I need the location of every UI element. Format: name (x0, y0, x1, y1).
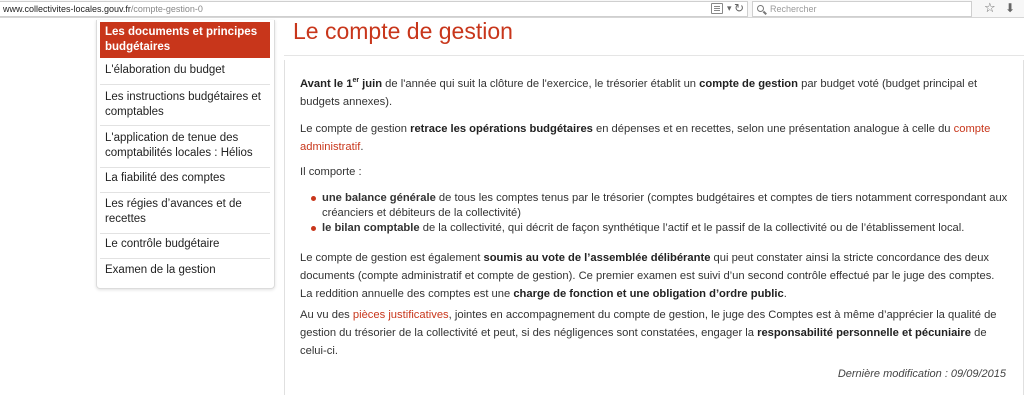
sidebar-item-examen-gestion[interactable]: Examen de la gestion (100, 263, 270, 285)
download-icon[interactable]: ⬇ (1005, 0, 1015, 16)
sidebar-item-documents-principes[interactable]: Les documents et principes budgétaires (100, 22, 270, 58)
sidebar-item-controle-budgetaire[interactable]: Le contrôle budgétaire (100, 237, 270, 259)
sidebar-item-instructions-budgetaires[interactable]: Les instructions budgétaires et comptabl… (100, 90, 270, 126)
url-bar[interactable]: www.collectivites-locales.gouv.fr/compte… (0, 1, 748, 17)
sidebar-item-helios[interactable]: L'application de tenue des comptabilités… (100, 131, 270, 168)
search-placeholder: Rechercher (770, 4, 817, 14)
reader-view-icon[interactable] (711, 3, 723, 14)
list-item: le bilan comptable de la collectivité, q… (310, 221, 1008, 236)
sidebar-item-elaboration-budget[interactable]: L'élaboration du budget (100, 63, 270, 85)
search-icon (757, 5, 764, 12)
url-host: www.collectivites-locales.gouv.fr (3, 4, 131, 14)
bookmark-star-icon[interactable]: ☆ (984, 0, 996, 16)
sidebar-item-fiabilite-comptes[interactable]: La fiabilité des comptes (100, 171, 270, 193)
search-input[interactable]: Rechercher (752, 1, 972, 17)
sidebar-nav: Les documents et principes budgétaires L… (96, 20, 275, 289)
paragraph-retrace: Le compte de gestion retrace les opérati… (300, 123, 991, 153)
url-dropdown-icon[interactable]: ▾ (727, 2, 732, 14)
list-item: une balance générale de tous les comptes… (310, 191, 1008, 221)
title-divider (284, 55, 1024, 56)
paragraph-comporte: Il comporte : (300, 166, 362, 178)
paragraph-intro: Avant le 1er juin de l'année qui suit la… (300, 77, 978, 108)
bullet-icon (311, 226, 316, 231)
paragraph-vote: Le compte de gestion est également soumi… (300, 252, 995, 300)
sidebar-item-regies[interactable]: Les régies d’avances et de recettes (100, 197, 270, 234)
browser-toolbar: www.collectivites-locales.gouv.fr/compte… (0, 0, 1024, 18)
pieces-justificatives-link[interactable]: pièces justificatives (353, 309, 449, 321)
url-path: /compte-gestion-0 (130, 4, 203, 14)
page-title: Le compte de gestion (293, 18, 513, 44)
paragraph-pieces: Au vu des pièces justificatives, jointes… (300, 309, 997, 357)
bullet-icon (311, 196, 316, 201)
last-modified: Dernière modification : 09/09/2015 (837, 368, 1006, 380)
reload-icon[interactable]: ↻ (734, 1, 744, 15)
